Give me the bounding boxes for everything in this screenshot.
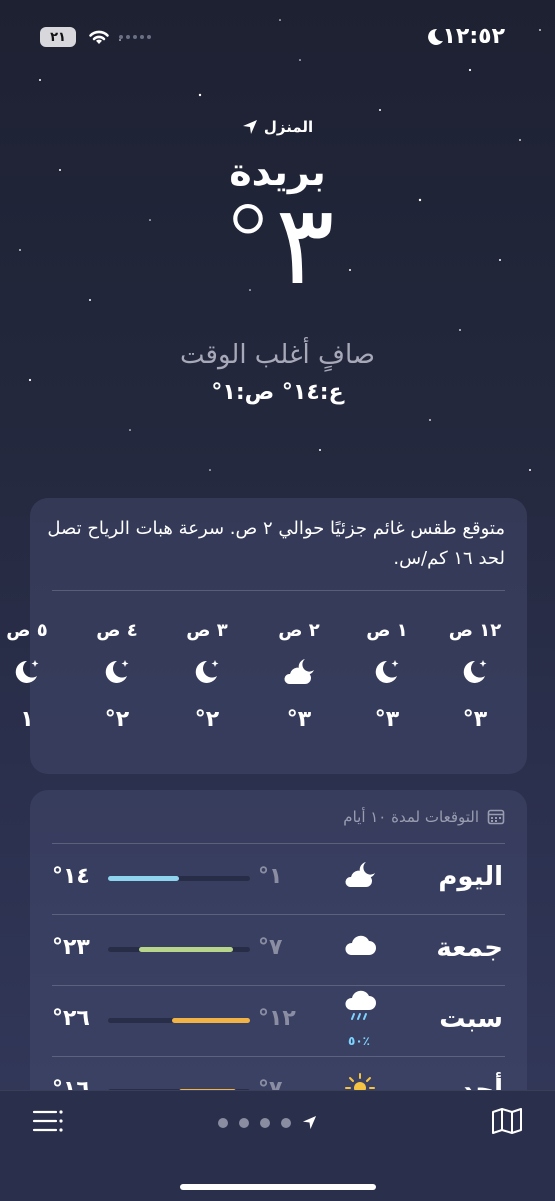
- moon-stars-icon: [15, 660, 39, 683]
- forecast-row[interactable]: اليوم ١° ١٤°: [30, 844, 527, 914]
- location-arrow-icon: [242, 120, 257, 134]
- forecast-high: ٢٦°: [52, 1006, 90, 1031]
- forecast-row[interactable]: جمعة ٧° ٢٣°: [30, 915, 527, 985]
- forecast-low: ١°: [258, 864, 283, 889]
- hour-time: ٤ ص: [96, 620, 138, 641]
- cloud-icon: [345, 935, 376, 955]
- temperature-range-fill: [139, 947, 233, 952]
- status-time: ١٢:٥٢: [442, 24, 505, 49]
- forecast-low: ١٢°: [258, 1006, 296, 1031]
- hour-item: ٢ ص ٣°: [264, 620, 334, 732]
- battery-indicator: ٢١: [40, 27, 76, 47]
- hour-temp: ٣°: [374, 707, 400, 732]
- hour-time: ١ ص: [366, 620, 408, 641]
- forecast-title: التوقعات لمدة ١٠ أيام: [343, 808, 479, 826]
- hour-temp: ٢°: [104, 707, 130, 732]
- map-icon[interactable]: [491, 1107, 523, 1135]
- list-icon[interactable]: [32, 1109, 64, 1133]
- cloud-rain-icon: [345, 990, 376, 1020]
- hour-item: ٤ ص ٢°: [82, 620, 152, 732]
- location-row: المنزل: [0, 118, 555, 136]
- hour-temp: ٢°: [194, 707, 220, 732]
- calendar-icon: [487, 809, 505, 825]
- page-dot[interactable]: [281, 1117, 291, 1128]
- moon-stars-icon: [105, 660, 129, 683]
- hourly-summary: متوقع طقس غائم جزئيًا حوالي ٢ ص. سرعة هب…: [47, 518, 505, 569]
- temperature-range-fill: [171, 1018, 250, 1023]
- divider: [52, 590, 505, 591]
- cloud-moon-icon: [284, 659, 314, 684]
- hour-item: ١ ص ٣°: [352, 620, 422, 732]
- battery-level: ٢١: [50, 29, 66, 45]
- moon-stars-icon: [195, 660, 219, 683]
- page-indicator[interactable]: [218, 1115, 317, 1130]
- hourly-strip[interactable]: ١٢ ص ٣° ١ ص ٣° ٢ ص ٣° ٣ ص ٢° ٤ ص ٢° ٥ ص …: [0, 620, 555, 750]
- current-temperature: ٣°: [220, 181, 335, 309]
- hour-temp: ٣°: [286, 707, 312, 732]
- high-low: ع:١٤° ص:١°: [211, 380, 344, 405]
- hour-item: ٣ ص ٢°: [172, 620, 242, 732]
- forecast-header: التوقعات لمدة ١٠ أيام: [343, 808, 505, 826]
- signal-dots-icon: [119, 35, 151, 39]
- current-location-page-icon[interactable]: [302, 1115, 317, 1130]
- temperature-range-bar: [108, 876, 250, 881]
- forecast-day: جمعة: [436, 933, 503, 963]
- temperature-range-bar: [108, 947, 250, 952]
- temperature-range-fill: [108, 876, 179, 881]
- moon-stars-icon: [375, 660, 399, 683]
- current-condition: صافٍ أغلب الوقت: [180, 340, 375, 370]
- forecast-low: ٧°: [258, 935, 283, 960]
- forecast-row[interactable]: سبت ٥٠٪ ١٢° ٢٦°: [30, 986, 527, 1056]
- status-bar: ٢١ ١٢:٥٢: [0, 22, 555, 52]
- precipitation-chance: ٥٠٪: [348, 1034, 370, 1048]
- hour-temp: ١: [20, 707, 34, 732]
- hour-time: ١٢ ص: [448, 620, 502, 641]
- wifi-icon: [89, 30, 109, 44]
- location-label: المنزل: [263, 118, 314, 136]
- forecast-day: اليوم: [438, 862, 503, 892]
- forecast-high: ٢٣°: [52, 935, 90, 960]
- hour-time: ٢ ص: [278, 620, 320, 641]
- hour-temp: ٣°: [462, 707, 488, 732]
- hour-time: ٥ ص: [6, 620, 48, 641]
- cloud-moon-icon: [345, 862, 375, 887]
- hour-item: ١٢ ص ٣°: [440, 620, 510, 732]
- hour-time: ٣ ص: [186, 620, 228, 641]
- home-indicator: [180, 1184, 376, 1190]
- page-dot[interactable]: [260, 1117, 270, 1128]
- page-dot[interactable]: [218, 1117, 228, 1128]
- hour-item: ٥ ص ١: [0, 620, 62, 732]
- forecast-high: ١٤°: [52, 864, 90, 889]
- page-dot[interactable]: [239, 1117, 249, 1128]
- temperature-range-bar: [108, 1018, 250, 1023]
- ten-day-forecast-card[interactable]: التوقعات لمدة ١٠ أيام اليوم ١° ١٤° جمعة …: [30, 790, 527, 1120]
- moon-stars-icon: [463, 660, 487, 683]
- forecast-day: سبت: [439, 1004, 503, 1034]
